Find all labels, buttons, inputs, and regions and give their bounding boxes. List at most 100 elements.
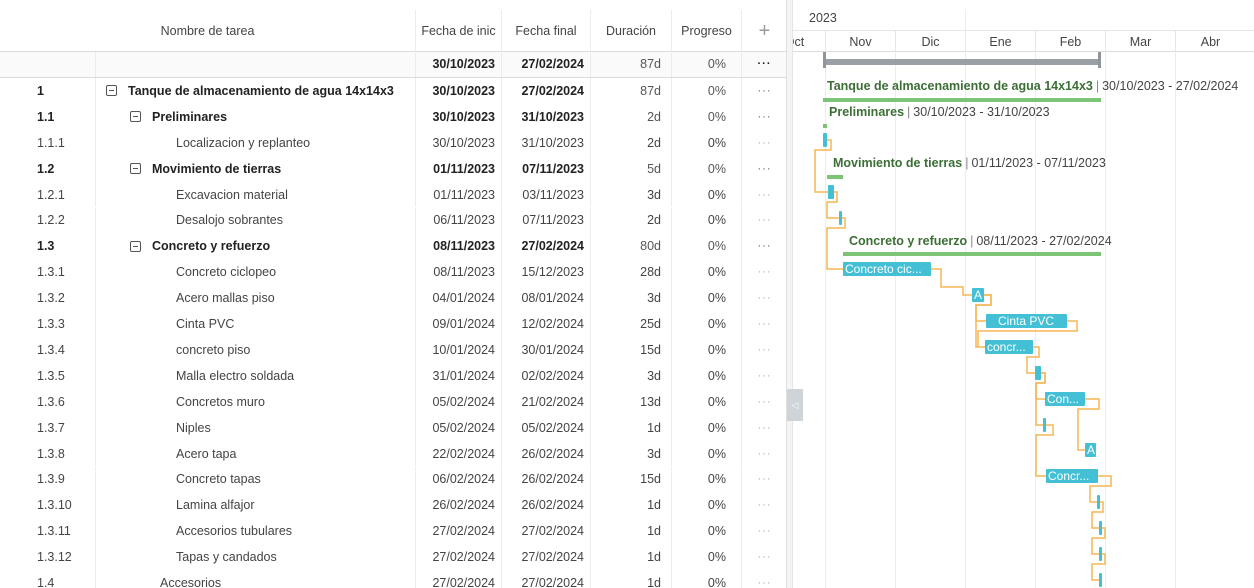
name-cell[interactable]: Desalojo sobrantes [95,207,415,234]
add-column-button[interactable]: + [741,10,786,52]
table-row[interactable]: 1.1.1 Localizacion y replanteo 30/10/2023 3… [0,129,786,156]
table-row[interactable]: 1.3 Concreto y refuerzo 08/11/2023 27/02/20… [0,233,786,260]
summary-bar[interactable] [843,252,1101,256]
task-bar[interactable] [1035,366,1041,380]
more-icon[interactable]: ··· [741,414,786,441]
table-row[interactable]: 1.3.4 concreto piso 10/01/2024 30/01/2024 15… [0,337,786,363]
name-cell[interactable]: Excavacion material [95,181,415,208]
column-header-duration[interactable]: Duración [590,10,671,52]
table-row[interactable]: 1 Tanque de almacenamiento de agua 14x14x… [0,78,786,104]
duration-cell: 2d [590,103,671,130]
table-row[interactable]: 1.4 Accesorios 27/02/2024 27/02/2024 1d 0% ··· [0,570,786,588]
summary-bar[interactable] [823,124,827,128]
task-bar[interactable]: Cinta PVC [986,314,1067,328]
name-cell[interactable]: Tapas y candados [95,544,415,571]
end-cell: 26/02/2024 [501,440,590,467]
name-cell[interactable]: concreto piso [95,337,415,363]
task-bar[interactable] [828,185,834,199]
more-icon[interactable]: ··· [741,440,786,467]
name-cell[interactable]: Niples [95,414,415,441]
task-bar[interactable]: A [972,288,984,302]
more-icon[interactable]: ··· [741,337,786,363]
name-cell[interactable]: Acero mallas piso [95,285,415,312]
name-cell[interactable]: Concreto tapas [95,466,415,493]
task-bar[interactable] [1043,418,1046,432]
more-icon[interactable]: ··· [741,466,786,493]
column-header-name[interactable]: Nombre de tarea [0,10,415,52]
collapse-toggle-icon[interactable] [130,111,141,123]
more-icon[interactable]: ··· [741,544,786,571]
dependency-link[interactable] [931,268,972,296]
project-bar[interactable] [823,59,1101,65]
name-cell[interactable]: Concreto y refuerzo [95,233,415,260]
task-bar[interactable] [1099,547,1102,561]
table-row[interactable]: 1.3.2 Acero mallas piso 04/01/2024 08/01/20… [0,285,786,312]
more-icon[interactable]: ··· [741,388,786,415]
table-row[interactable]: 1.3.5 Malla electro soldada 31/01/2024 02/0… [0,362,786,389]
more-icon[interactable]: ··· [741,259,786,286]
task-bar[interactable]: Concreto cic... [843,262,931,276]
name-cell[interactable]: Concretos muro [95,388,415,415]
name-cell[interactable]: Accesorios tubulares [95,518,415,545]
summary-bar-label: Concreto y refuerzo | 08/11/2023 - 27/02/2… [849,234,1112,248]
name-cell[interactable]: Localizacion y replanteo [95,129,415,156]
column-header-end[interactable]: Fecha final [501,10,590,52]
table-row[interactable]: 1.2.2 Desalojo sobrantes 06/11/2023 07/11/2… [0,207,786,234]
table-row[interactable]: 1.3.10 Lamina alfajor 26/02/2024 26/02/2024… [0,492,786,519]
more-icon[interactable]: ··· [741,518,786,545]
more-icon[interactable]: ··· [741,181,786,208]
task-bar[interactable] [1097,495,1100,509]
end-cell: 27/02/2024 [501,52,590,77]
more-icon[interactable]: ··· [741,52,786,77]
task-bar[interactable]: concr... [985,340,1033,354]
name-cell[interactable]: Acero tapa [95,440,415,467]
duration-cell: 3d [590,362,671,389]
more-icon[interactable]: ··· [741,78,786,104]
name-cell[interactable]: Concreto ciclopeo [95,259,415,286]
name-cell[interactable]: Malla electro soldada [95,362,415,389]
more-icon[interactable]: ··· [741,155,786,182]
table-row[interactable]: 1.2.1 Excavacion material 01/11/2023 03/11/… [0,181,786,208]
task-bar[interactable] [1099,573,1102,587]
more-icon[interactable]: ··· [741,362,786,389]
table-row[interactable]: 1.3.12 Tapas y candados 27/02/2024 27/02/20… [0,544,786,571]
task-bar[interactable] [839,211,842,225]
plus-icon[interactable]: + [759,20,771,43]
summary-bar[interactable] [823,98,1101,102]
task-bar[interactable]: Con... [1045,392,1085,406]
more-icon[interactable]: ··· [741,570,786,588]
more-icon[interactable]: ··· [741,103,786,130]
more-icon[interactable]: ··· [741,207,786,234]
table-row[interactable]: 1.2 Movimiento de tierras 01/11/2023 07/11/… [0,155,786,182]
task-bar[interactable]: Concr... [1046,469,1098,483]
more-icon[interactable]: ··· [741,129,786,156]
table-row[interactable]: 1.1 Preliminares 30/10/2023 31/10/2023 2d 0% ·… [0,103,786,130]
collapse-toggle-icon[interactable] [130,240,141,252]
collapse-toggle-icon[interactable] [106,85,117,97]
task-bar[interactable] [1099,521,1102,535]
wbs-cell: 1.2.1 [0,182,95,208]
table-row[interactable]: 1.3.11 Accesorios tubulares 27/02/2024 27/0… [0,518,786,545]
name-cell[interactable]: Cinta PVC [95,311,415,337]
collapse-toggle-icon[interactable] [130,163,141,175]
more-icon[interactable]: ··· [741,492,786,519]
table-row[interactable]: 1.3.3 Cinta PVC 09/01/2024 12/02/2024 25d 0% ·… [0,311,786,337]
task-bar[interactable] [823,133,827,147]
table-row[interactable]: 1.3.7 Niples 05/02/2024 05/02/2024 1d 0% ··· [0,414,786,441]
name-cell[interactable]: Accesorios [95,570,415,588]
table-row[interactable]: 1.3.9 Concreto tapas 06/02/2024 26/02/2024 1… [0,466,786,493]
column-header-progress[interactable]: Progreso [671,10,741,52]
table-row[interactable]: 1.3.8 Acero tapa 22/02/2024 26/02/2024 3d 0% ·… [0,440,786,467]
task-bar[interactable]: A [1085,443,1096,457]
column-header-start[interactable]: Fecha de inic [415,10,501,52]
table-row[interactable]: 1.3.1 Concreto ciclopeo 08/11/2023 15/12/20… [0,259,786,286]
more-icon[interactable]: ··· [741,233,786,260]
name-cell[interactable]: Preliminares [95,103,415,130]
more-icon[interactable]: ··· [741,311,786,337]
more-icon[interactable]: ··· [741,285,786,312]
name-cell[interactable]: Movimiento de tierras [95,155,415,182]
name-cell[interactable]: Tanque de almacenamiento de agua 14x14x3 [95,78,415,104]
name-cell[interactable]: Lamina alfajor [95,492,415,519]
table-row[interactable]: 1.3.6 Concretos muro 05/02/2024 21/02/2024 1… [0,388,786,415]
summary-bar[interactable] [827,175,843,179]
